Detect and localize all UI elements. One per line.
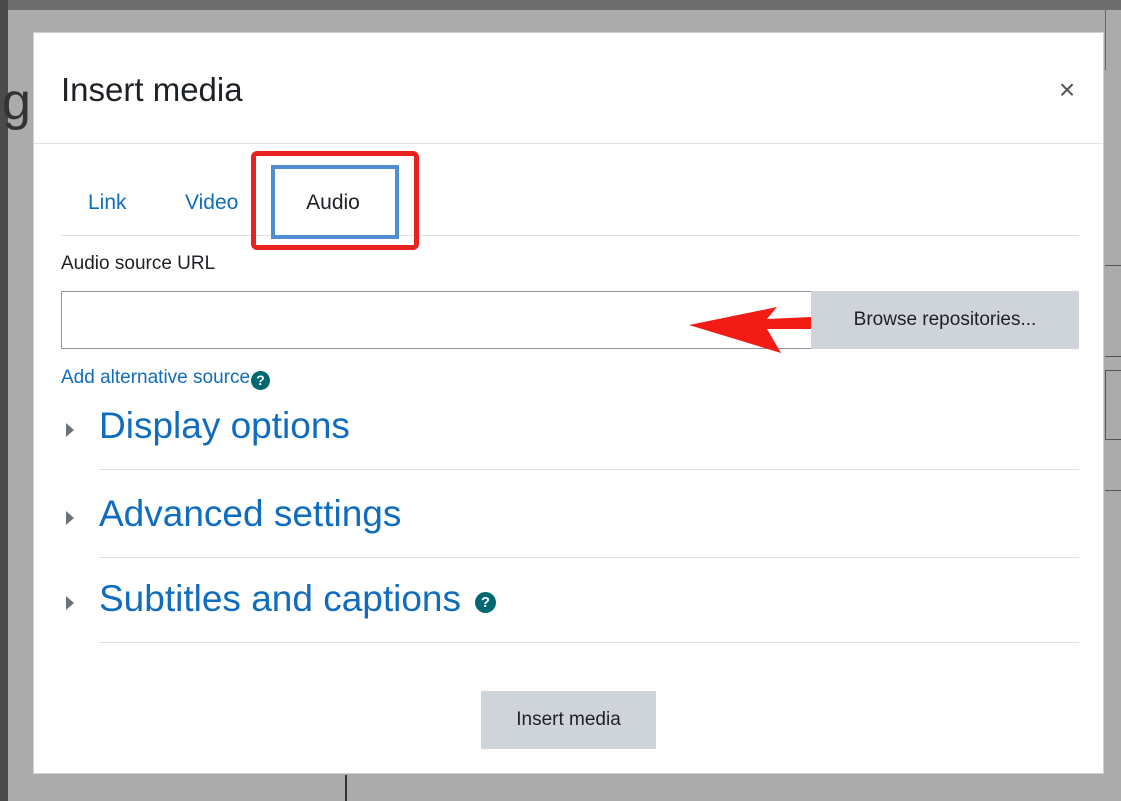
section-title[interactable]: Advanced settings — [99, 493, 401, 535]
close-icon[interactable]: × — [1052, 75, 1082, 105]
background-panel-edge — [1105, 370, 1121, 440]
caret-right-icon — [66, 423, 74, 437]
section-advanced-settings[interactable]: Advanced settings — [61, 489, 1079, 575]
help-icon[interactable]: ? — [475, 592, 497, 613]
section-display-options[interactable]: Display options — [61, 401, 1079, 487]
audio-source-url-label: Audio source URL — [61, 253, 216, 274]
section-subtitles-and-captions[interactable]: Subtitles and captions? — [61, 574, 1079, 660]
insert-media-button[interactable]: Insert media — [481, 691, 656, 749]
media-type-tabs: Link Video Audio — [61, 168, 1079, 236]
caret-right-icon — [66, 596, 74, 610]
background-panel-edge — [1105, 490, 1121, 507]
dialog-title: Insert media — [61, 71, 243, 108]
browse-repositories-button[interactable]: Browse repositories... — [811, 291, 1079, 349]
background-panel-edge — [1105, 10, 1121, 70]
section-divider — [99, 469, 1079, 470]
tab-link[interactable]: Link — [88, 183, 127, 234]
background-panel-edge — [1105, 265, 1121, 357]
section-title[interactable]: Display options — [99, 405, 350, 447]
tab-video[interactable]: Video — [185, 183, 238, 234]
dialog-header: Insert media × — [34, 33, 1103, 144]
annotation-arrow-icon — [689, 307, 811, 353]
annotation-highlight-box — [251, 151, 419, 250]
section-divider — [99, 642, 1079, 643]
add-alternative-source-link[interactable]: Add alternative source? — [61, 367, 271, 390]
background-partial-text: g — [2, 73, 31, 131]
background-top-edge — [0, 0, 1121, 10]
section-divider — [99, 557, 1079, 558]
help-icon[interactable]: ? — [251, 371, 271, 390]
section-title: Subtitles and captions — [99, 578, 462, 619]
caret-right-icon — [66, 511, 74, 525]
section-title-wrapper[interactable]: Subtitles and captions? — [99, 578, 497, 620]
background-divider — [345, 775, 347, 801]
add-alternative-source-label: Add alternative source — [61, 367, 251, 388]
insert-media-dialog: Insert media × Link Video Audio Audio so… — [33, 32, 1104, 774]
